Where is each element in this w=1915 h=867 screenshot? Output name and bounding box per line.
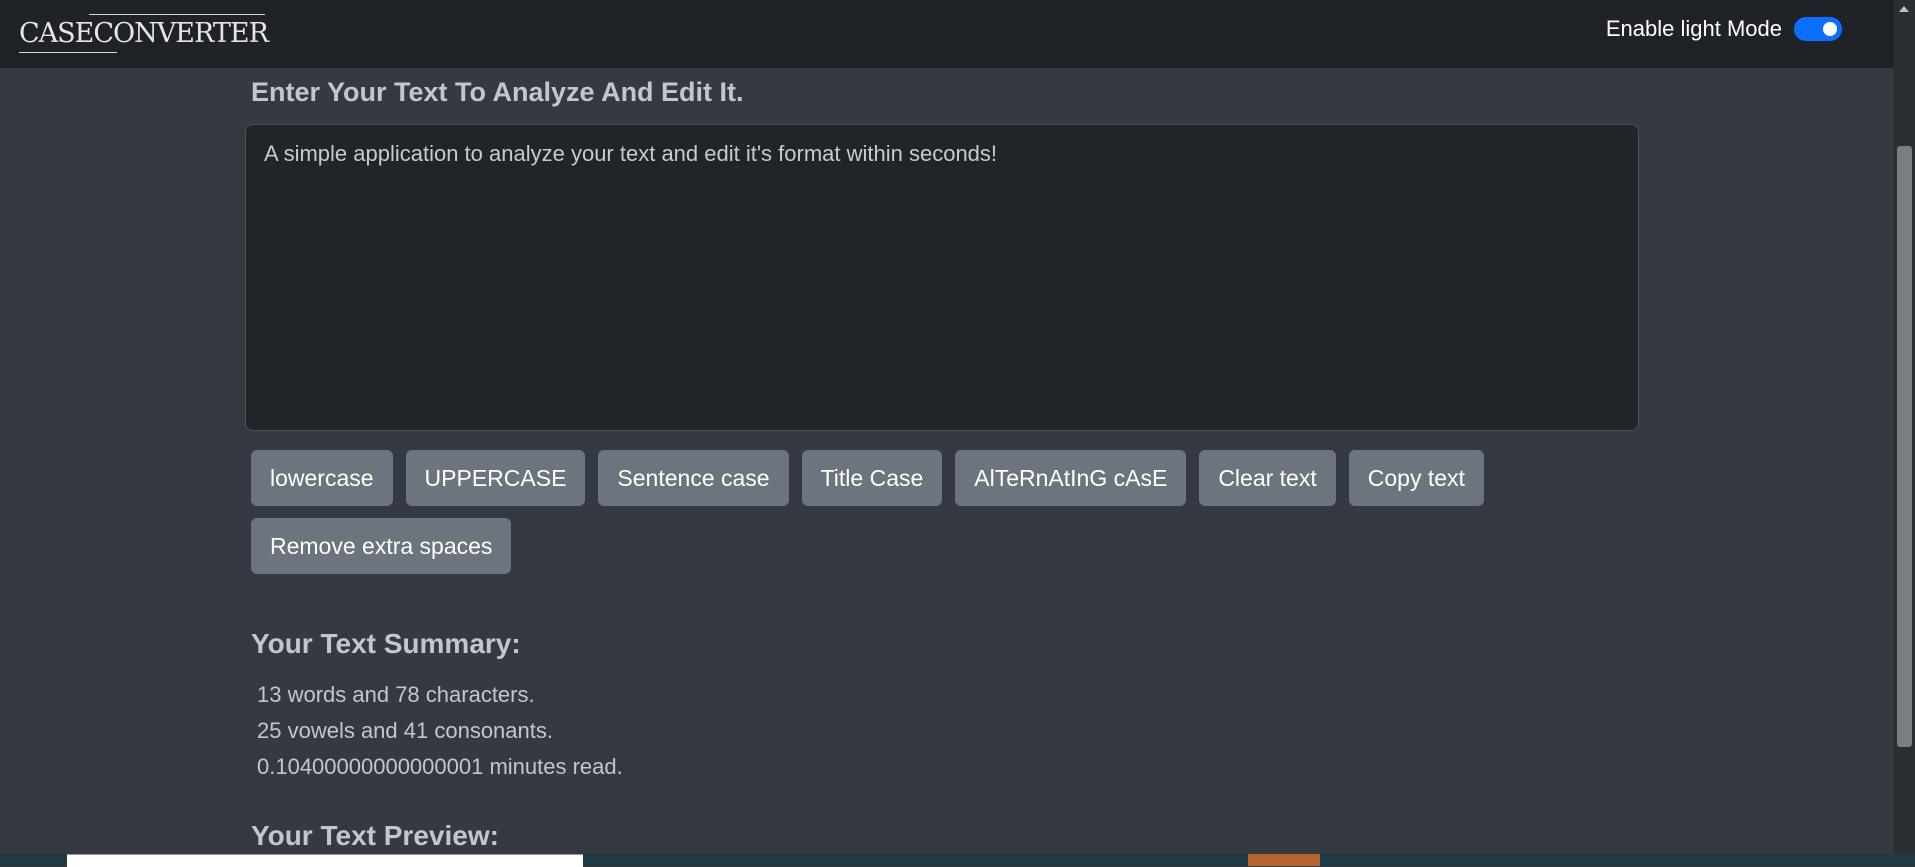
navbar: CASECONVERTER Enable light Mode [0, 0, 1894, 68]
copy-text-button[interactable]: Copy text [1348, 450, 1484, 506]
sentence-case-button[interactable]: Sentence case [598, 450, 789, 506]
letter-count-text: 25 vowels and 41 consonants. [257, 718, 553, 743]
word-count-text: 13 words and 78 characters. [257, 682, 535, 707]
taskbar-app-icon[interactable] [1248, 854, 1320, 866]
page-heading: Enter Your Text To Analyze And Edit It. [251, 77, 744, 107]
read-time-text: 0.10400000000000001 minutes read. [257, 754, 623, 779]
preview-heading: Your Text Preview: [251, 820, 499, 851]
summary-heading: Your Text Summary: [251, 628, 521, 659]
remove-extra-spaces-button[interactable]: Remove extra spaces [251, 518, 512, 574]
extra-button-row: Remove extra spaces [251, 518, 512, 574]
brand-text: CASECONVERTER [19, 18, 269, 49]
light-mode-label: Enable light Mode [1605, 16, 1782, 41]
light-mode-toggle[interactable]: Enable light Mode [1606, 16, 1842, 42]
title-case-button[interactable]: Title Case [801, 450, 943, 506]
alternating-case-button[interactable]: AlTeRnAtInG cAsE [955, 450, 1187, 506]
logo-line-top [89, 14, 265, 15]
vertical-scrollbar[interactable] [1894, 0, 1915, 866]
light-mode-switch[interactable] [1794, 17, 1842, 41]
text-input[interactable]: A simple application to analyze your tex… [245, 124, 1639, 431]
scroll-up-icon[interactable] [1899, 6, 1909, 12]
scroll-thumb[interactable] [1897, 146, 1912, 747]
clear-text-button[interactable]: Clear text [1199, 450, 1336, 506]
taskbar-window-preview[interactable] [67, 854, 583, 867]
brand-logo[interactable]: CASECONVERTER [19, 14, 269, 53]
uppercase-button[interactable]: UPPERCASE [405, 450, 586, 506]
logo-line-bottom [19, 52, 117, 53]
switch-knob [1823, 22, 1837, 36]
case-button-row: lowercase UPPERCASE Sentence case Title … [251, 450, 1484, 506]
lowercase-button[interactable]: lowercase [251, 450, 393, 506]
